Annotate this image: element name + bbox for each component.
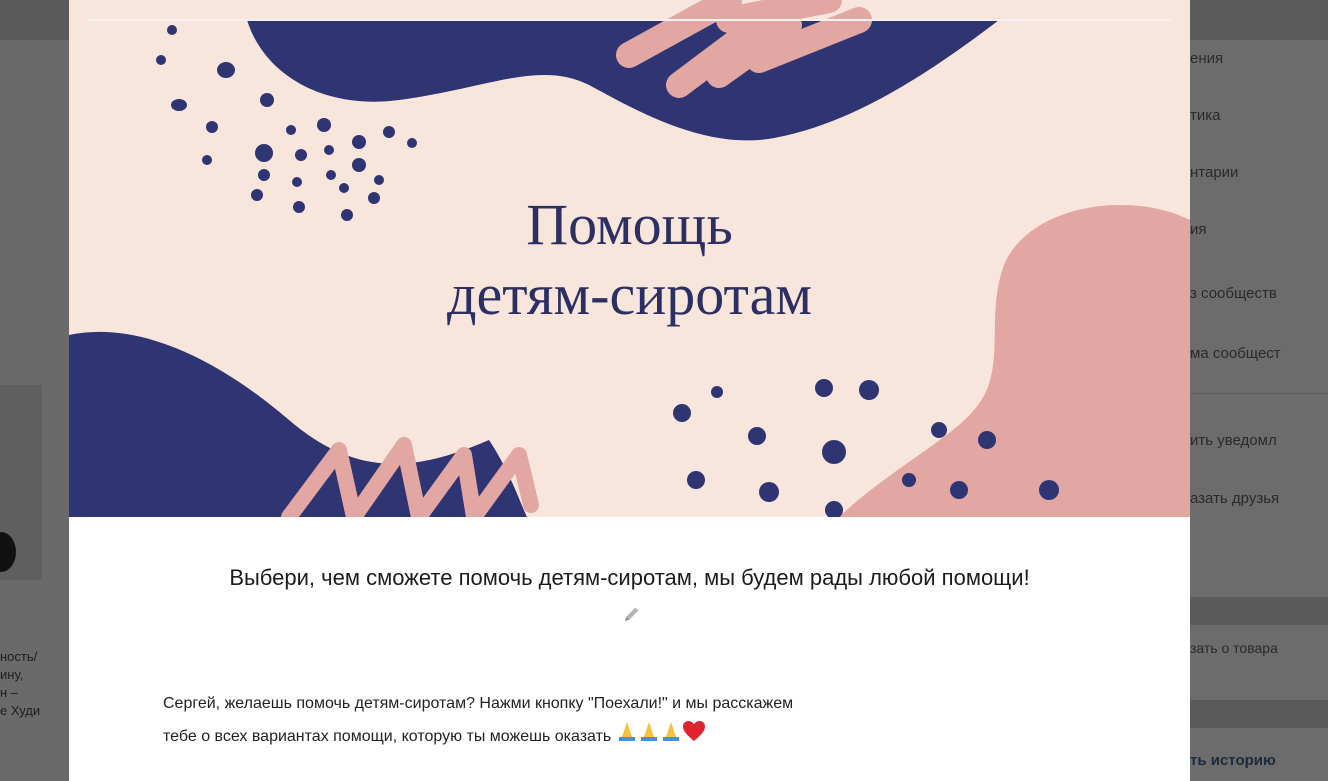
background-top-bar bbox=[0, 0, 69, 40]
decorative-dot bbox=[822, 440, 846, 464]
decorative-dot bbox=[167, 25, 177, 35]
decorative-dot bbox=[202, 155, 212, 165]
description-line: Сергей, желаешь помочь детям-сиротам? На… bbox=[163, 695, 794, 712]
page-headline: Выбери, чем сможете помочь детям-сиротам… bbox=[229, 565, 1030, 590]
pencil-icon[interactable] bbox=[622, 604, 642, 624]
cover-banner: Помощь детям-сиротам bbox=[69, 0, 1190, 517]
decorative-dot bbox=[352, 135, 366, 149]
decorative-dot bbox=[902, 473, 916, 487]
description-line-text: тебе о всех вариантах помощи, которую ты… bbox=[163, 728, 612, 746]
decorative-dot bbox=[217, 62, 235, 78]
menu-item[interactable]: нтарии bbox=[1190, 164, 1328, 181]
decorative-dot bbox=[711, 386, 723, 398]
menu-item[interactable]: азать друзья bbox=[1190, 490, 1328, 507]
background-text-line: н – bbox=[0, 685, 19, 700]
app-modal: Помощь детям-сиротам Выбери, чем сможете… bbox=[69, 0, 1190, 781]
background-text-line: ность/ bbox=[0, 649, 38, 664]
decorative-dot bbox=[292, 177, 302, 187]
decorative-dot bbox=[156, 55, 166, 65]
decorative-dot bbox=[352, 158, 366, 172]
decorative-dot bbox=[324, 145, 334, 155]
decorative-dot bbox=[383, 126, 395, 138]
background-right-menu: ения тика нтарии ия з сообществ ма сообщ… bbox=[1190, 0, 1328, 781]
menu-item[interactable]: з сообществ bbox=[1190, 285, 1328, 302]
banner-title-line: детям-сиротам bbox=[446, 262, 813, 327]
decorative-dot bbox=[859, 380, 879, 400]
decorative-dot bbox=[1039, 480, 1059, 500]
decorative-dot bbox=[687, 471, 705, 489]
decorative-dot bbox=[978, 431, 996, 449]
decorative-dot bbox=[295, 149, 307, 161]
background-text-line: ину, bbox=[0, 667, 24, 682]
menu-divider bbox=[1190, 393, 1328, 394]
decorative-dot bbox=[286, 125, 296, 135]
banner-title: Помощь детям-сиротам bbox=[69, 190, 1190, 330]
decorative-dot bbox=[206, 121, 218, 133]
menu-item[interactable]: ия bbox=[1190, 221, 1328, 238]
decorative-dot bbox=[407, 138, 417, 148]
description-text: Сергей, желаешь помочь детям-сиротам? На… bbox=[163, 688, 1123, 754]
decorative-dot bbox=[258, 169, 270, 181]
decorative-dot bbox=[317, 118, 331, 132]
decorative-dot bbox=[326, 170, 336, 180]
background-text-line: е Худи bbox=[0, 703, 41, 718]
decorative-dot bbox=[171, 99, 187, 111]
menu-item[interactable]: ть историю bbox=[1190, 752, 1328, 769]
folded-hands-icon bbox=[638, 720, 660, 754]
decorative-dot bbox=[759, 482, 779, 502]
decorative-dot bbox=[260, 93, 274, 107]
description-line: тебе о всех вариантах помощи, которую ты… bbox=[163, 720, 1123, 754]
banner-title-line: Помощь bbox=[526, 192, 733, 257]
background-gap bbox=[1190, 597, 1328, 625]
background-post-text: ность/ ину, н – е Худи bbox=[0, 648, 80, 720]
decorative-dot bbox=[255, 144, 273, 162]
folded-hands-icon bbox=[660, 720, 682, 754]
decorative-dot bbox=[815, 379, 833, 397]
decorative-dot bbox=[374, 175, 384, 185]
background-gap bbox=[1190, 700, 1328, 728]
decorative-dot bbox=[931, 422, 947, 438]
menu-item[interactable]: ма сообщест bbox=[1190, 345, 1328, 362]
red-heart-icon bbox=[682, 720, 706, 754]
menu-item[interactable]: зать о товара bbox=[1190, 640, 1328, 656]
background-top-bar bbox=[1190, 0, 1328, 40]
decorative-dot bbox=[950, 481, 968, 499]
menu-item[interactable]: ить уведомл bbox=[1190, 432, 1328, 449]
decorative-dot bbox=[673, 404, 691, 422]
menu-item[interactable]: тика bbox=[1190, 107, 1328, 124]
folded-hands-icon bbox=[616, 720, 638, 754]
decorative-dot bbox=[748, 427, 766, 445]
banner-top-edge bbox=[89, 19, 1171, 21]
background-left-column: ность/ ину, н – е Худи bbox=[0, 0, 69, 781]
menu-item[interactable]: ения bbox=[1190, 50, 1328, 67]
